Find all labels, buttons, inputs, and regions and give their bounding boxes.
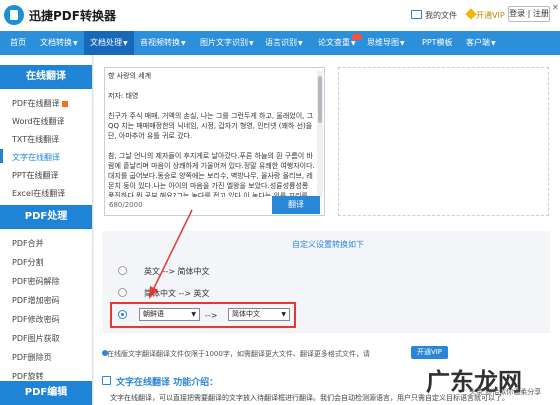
nav-av-convert[interactable]: 音视频转换▼ bbox=[140, 31, 186, 55]
nav-ocr[interactable]: 图片文字识别▼ bbox=[200, 31, 254, 55]
option-zh-to-en-label: 简体中文 --> 英文 bbox=[144, 289, 210, 298]
nav-doc-process[interactable]: 文档处理▼ bbox=[84, 31, 134, 55]
translate-button[interactable]: 翻译 bbox=[272, 196, 320, 214]
sidebar: 在线翻译 PDF在线翻译 Word在线翻译 TXT在线翻译 文字在线翻译 PPT… bbox=[0, 55, 93, 405]
limit-info-text: 在线版文字翻译翻译文件仅限于1000字，如需翻译更大文件、翻译更多格式文件，请 bbox=[107, 350, 370, 358]
chevron-down-icon: ▼ bbox=[73, 40, 78, 47]
scrollbar-thumb[interactable] bbox=[318, 76, 322, 123]
chevron-down-icon: ▼ bbox=[249, 40, 254, 47]
app-logo-icon bbox=[4, 5, 24, 25]
sidebar-item-pdf-split[interactable]: PDF分割 bbox=[12, 257, 44, 268]
chevron-down-icon: ▼ bbox=[123, 40, 128, 47]
nav-speech[interactable]: 语言识别▼ bbox=[265, 31, 303, 55]
intro-title: 文字在线翻译 功能介绍： bbox=[116, 378, 219, 388]
custom-settings-title: 自定义设置转换如下 bbox=[292, 240, 364, 249]
nav-client[interactable]: 客户端▼ bbox=[466, 31, 496, 55]
sidebar-item-pdf-unlock[interactable]: PDF密码解除 bbox=[12, 276, 60, 287]
nav-plagiarism[interactable]: 论文查重▼ bbox=[318, 31, 356, 55]
my-files-link[interactable]: 我的文件 bbox=[425, 10, 457, 21]
sidebar-item-pdf-add-password[interactable]: PDF增加密码 bbox=[12, 295, 60, 306]
sidebar-item-ppt-translate[interactable]: PPT在线翻译 bbox=[12, 170, 59, 181]
sidebar-item-pdf-delete-page[interactable]: PDF删除页 bbox=[12, 352, 52, 363]
login-button[interactable]: 登录 | 注册 bbox=[508, 6, 550, 22]
annotation-highlight-box bbox=[110, 302, 296, 328]
hot-badge-icon bbox=[352, 34, 362, 40]
nav-home[interactable]: 首页 bbox=[10, 31, 26, 55]
open-vip-button[interactable]: 开通VIP bbox=[411, 346, 448, 359]
result-text-box[interactable] bbox=[338, 67, 549, 216]
sidebar-item-pdf-merge[interactable]: PDF合并 bbox=[12, 238, 44, 249]
sidebar-section-pdf-process: PDF处理 bbox=[0, 205, 92, 229]
chevron-down-icon: ▼ bbox=[181, 40, 186, 47]
nav-doc-convert[interactable]: 文档转换▼ bbox=[40, 31, 78, 55]
nav-ppt-template[interactable]: PPT模板 bbox=[422, 31, 453, 55]
radio-zh-to-en[interactable] bbox=[118, 288, 127, 297]
option-en-to-zh-label: 英文 --> 简体中文 bbox=[144, 267, 210, 276]
sidebar-item-text-translate[interactable]: 文字在线翻译 bbox=[0, 149, 60, 163]
source-text[interactable]: 향 사랑의 세계 저자: 태영 친구가 주식 매매, 거액의 손실, 나는 그를… bbox=[108, 71, 316, 197]
sidebar-item-txt-translate[interactable]: TXT在线翻译 bbox=[12, 134, 59, 145]
sidebar-item-pdf-change-password[interactable]: PDF修改密码 bbox=[12, 314, 60, 325]
chevron-down-icon: ▼ bbox=[298, 40, 303, 47]
title-bar: 迅捷PDF转换器 我的文件 开通VIP 登录 | 注册 ✕ bbox=[0, 0, 560, 31]
app-title: 迅捷PDF转换器 bbox=[29, 9, 116, 23]
chevron-down-icon: ▼ bbox=[491, 40, 496, 47]
open-vip-link[interactable]: 开通VIP bbox=[476, 10, 505, 21]
vip-diamond-icon bbox=[465, 8, 477, 20]
sidebar-section-online-translate: 在线翻译 bbox=[0, 65, 92, 89]
sidebar-item-pdf-translate[interactable]: PDF在线翻译 bbox=[12, 98, 68, 109]
folder-icon bbox=[411, 10, 422, 19]
chevron-down-icon: ▼ bbox=[351, 40, 356, 47]
nav-mindmap[interactable]: 思维导图▼ bbox=[367, 31, 405, 55]
chevron-down-icon: ▼ bbox=[400, 40, 405, 47]
char-count: 680/2000 bbox=[109, 201, 143, 209]
document-icon bbox=[102, 376, 111, 385]
main-nav: 首页 文档转换▼ 文档处理▼ 音视频转换▼ 图片文字识别▼ 语言识别▼ 论文查重… bbox=[0, 31, 560, 55]
sidebar-section-pdf-edit: PDF编辑 bbox=[0, 381, 92, 405]
new-badge-icon bbox=[61, 100, 68, 107]
window-controls[interactable]: ✕ bbox=[552, 3, 559, 12]
sidebar-item-word-translate[interactable]: Word在线翻译 bbox=[12, 116, 65, 127]
sidebar-item-excel-translate[interactable]: Excel在线翻译 bbox=[12, 188, 65, 199]
sidebar-item-pdf-extract-images[interactable]: PDF图片获取 bbox=[12, 333, 60, 344]
radio-en-to-zh[interactable] bbox=[118, 266, 127, 275]
watermark-subtext: 头条 @恰似你温柔分享 bbox=[469, 388, 542, 396]
